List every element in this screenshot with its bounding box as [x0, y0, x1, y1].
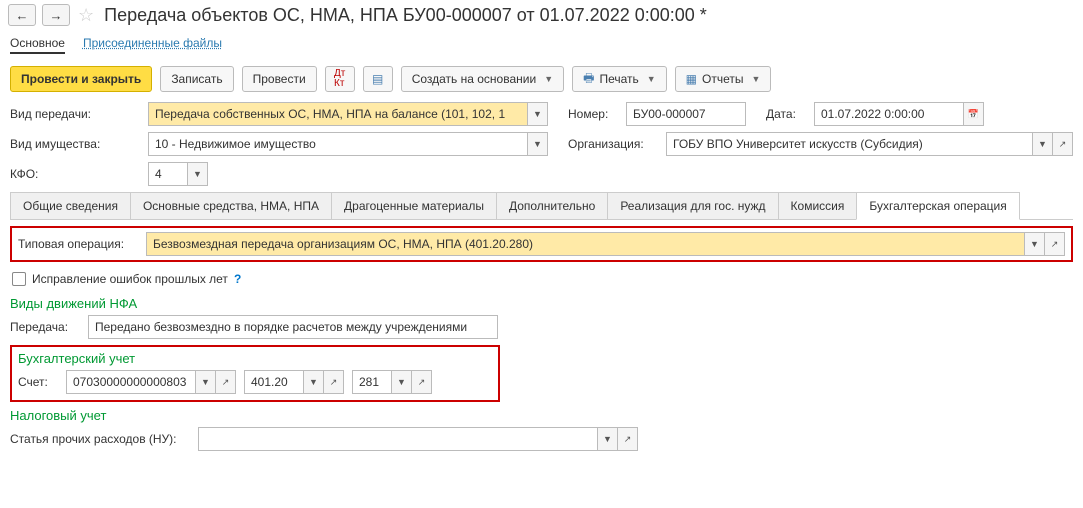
- account3-field[interactable]: 281: [352, 370, 392, 394]
- calendar-button[interactable]: 📅: [964, 102, 984, 126]
- print-button[interactable]: 🖶Печать▼: [572, 66, 667, 92]
- dropdown-button[interactable]: ▼: [196, 370, 216, 394]
- list-icon: ▤: [372, 72, 383, 86]
- list-button[interactable]: ▤: [363, 66, 393, 92]
- tab-additional[interactable]: Дополнительно: [496, 192, 608, 219]
- transfer-label: Передача:: [10, 320, 80, 334]
- property-type-label: Вид имущества:: [10, 137, 140, 151]
- post-button[interactable]: Провести: [242, 66, 317, 92]
- open-button[interactable]: ↗: [1053, 132, 1073, 156]
- dropdown-button[interactable]: ▼: [1025, 232, 1045, 256]
- property-type-field[interactable]: 10 - Недвижимое имущество: [148, 132, 528, 156]
- dt-kt-icon: ДтКт: [334, 69, 345, 89]
- dropdown-button[interactable]: ▼: [528, 132, 548, 156]
- open-button[interactable]: ↗: [412, 370, 432, 394]
- kfo-field[interactable]: 4: [148, 162, 188, 186]
- reports-button[interactable]: ▦Отчеты▼: [675, 66, 772, 92]
- tab-fixed-assets[interactable]: Основные средства, НМА, НПА: [130, 192, 332, 219]
- tab-gov-needs[interactable]: Реализация для гос. нужд: [607, 192, 778, 219]
- nfa-section-title: Виды движений НФА: [10, 296, 1073, 311]
- favorite-star-icon[interactable]: ☆: [78, 5, 94, 26]
- chevron-down-icon: ▼: [544, 74, 553, 84]
- open-button[interactable]: ↗: [1045, 232, 1065, 256]
- help-icon[interactable]: ?: [234, 272, 241, 286]
- account1-field[interactable]: 07030000000000803: [66, 370, 196, 394]
- other-exp-field[interactable]: [198, 427, 598, 451]
- open-button[interactable]: ↗: [324, 370, 344, 394]
- account2-field[interactable]: 401.20: [244, 370, 304, 394]
- tab-precious[interactable]: Драгоценные материалы: [331, 192, 497, 219]
- tab-main[interactable]: Основное: [10, 36, 65, 54]
- typical-op-field[interactable]: Безвозмездная передача организациям ОС, …: [146, 232, 1025, 256]
- tab-general[interactable]: Общие сведения: [10, 192, 131, 219]
- create-based-button[interactable]: Создать на основании▼: [401, 66, 564, 92]
- date-label: Дата:: [766, 107, 806, 121]
- open-button[interactable]: ↗: [618, 427, 638, 451]
- tax-section-title: Налоговый учет: [10, 408, 1073, 423]
- date-field[interactable]: 01.07.2022 0:00:00: [814, 102, 964, 126]
- open-button[interactable]: ↗: [216, 370, 236, 394]
- number-label: Номер:: [568, 107, 618, 121]
- errors-fix-checkbox[interactable]: [12, 272, 26, 286]
- other-exp-label: Статья прочих расходов (НУ):: [10, 432, 190, 446]
- back-button[interactable]: ←: [8, 4, 36, 26]
- chevron-down-icon: ▼: [752, 74, 761, 84]
- org-label: Организация:: [568, 137, 658, 151]
- dt-kt-button[interactable]: ДтКт: [325, 66, 355, 92]
- tab-accounting-op[interactable]: Бухгалтерская операция: [856, 192, 1019, 220]
- forward-button[interactable]: →: [42, 4, 70, 26]
- dropdown-button[interactable]: ▼: [188, 162, 208, 186]
- reports-icon: ▦: [686, 72, 697, 86]
- dropdown-button[interactable]: ▼: [392, 370, 412, 394]
- account-label: Счет:: [18, 375, 58, 389]
- dropdown-button[interactable]: ▼: [598, 427, 618, 451]
- kfo-label: КФО:: [10, 167, 140, 181]
- transfer-type-label: Вид передачи:: [10, 107, 140, 121]
- chevron-down-icon: ▼: [647, 74, 656, 84]
- dropdown-button[interactable]: ▼: [1033, 132, 1053, 156]
- errors-fix-label: Исправление ошибок прошлых лет: [32, 272, 228, 286]
- accounting-section-title: Бухгалтерский учет: [18, 351, 492, 366]
- tab-attached-files[interactable]: Присоединенные файлы: [83, 36, 222, 54]
- number-field[interactable]: БУ00-000007: [626, 102, 746, 126]
- tab-commission[interactable]: Комиссия: [778, 192, 858, 219]
- transfer-value-field[interactable]: Передано безвозмездно в порядке расчетов…: [88, 315, 498, 339]
- transfer-type-field[interactable]: Передача собственных ОС, НМА, НПА на бал…: [148, 102, 528, 126]
- save-button[interactable]: Записать: [160, 66, 233, 92]
- org-field[interactable]: ГОБУ ВПО Университет искусств (Субсидия): [666, 132, 1033, 156]
- print-icon: 🖶: [583, 69, 594, 90]
- dropdown-button[interactable]: ▼: [304, 370, 324, 394]
- typical-op-label: Типовая операция:: [18, 237, 138, 251]
- page-title: Передача объектов ОС, НМА, НПА БУ00-0000…: [104, 5, 707, 26]
- dropdown-button[interactable]: ▼: [528, 102, 548, 126]
- post-and-close-button[interactable]: Провести и закрыть: [10, 66, 152, 92]
